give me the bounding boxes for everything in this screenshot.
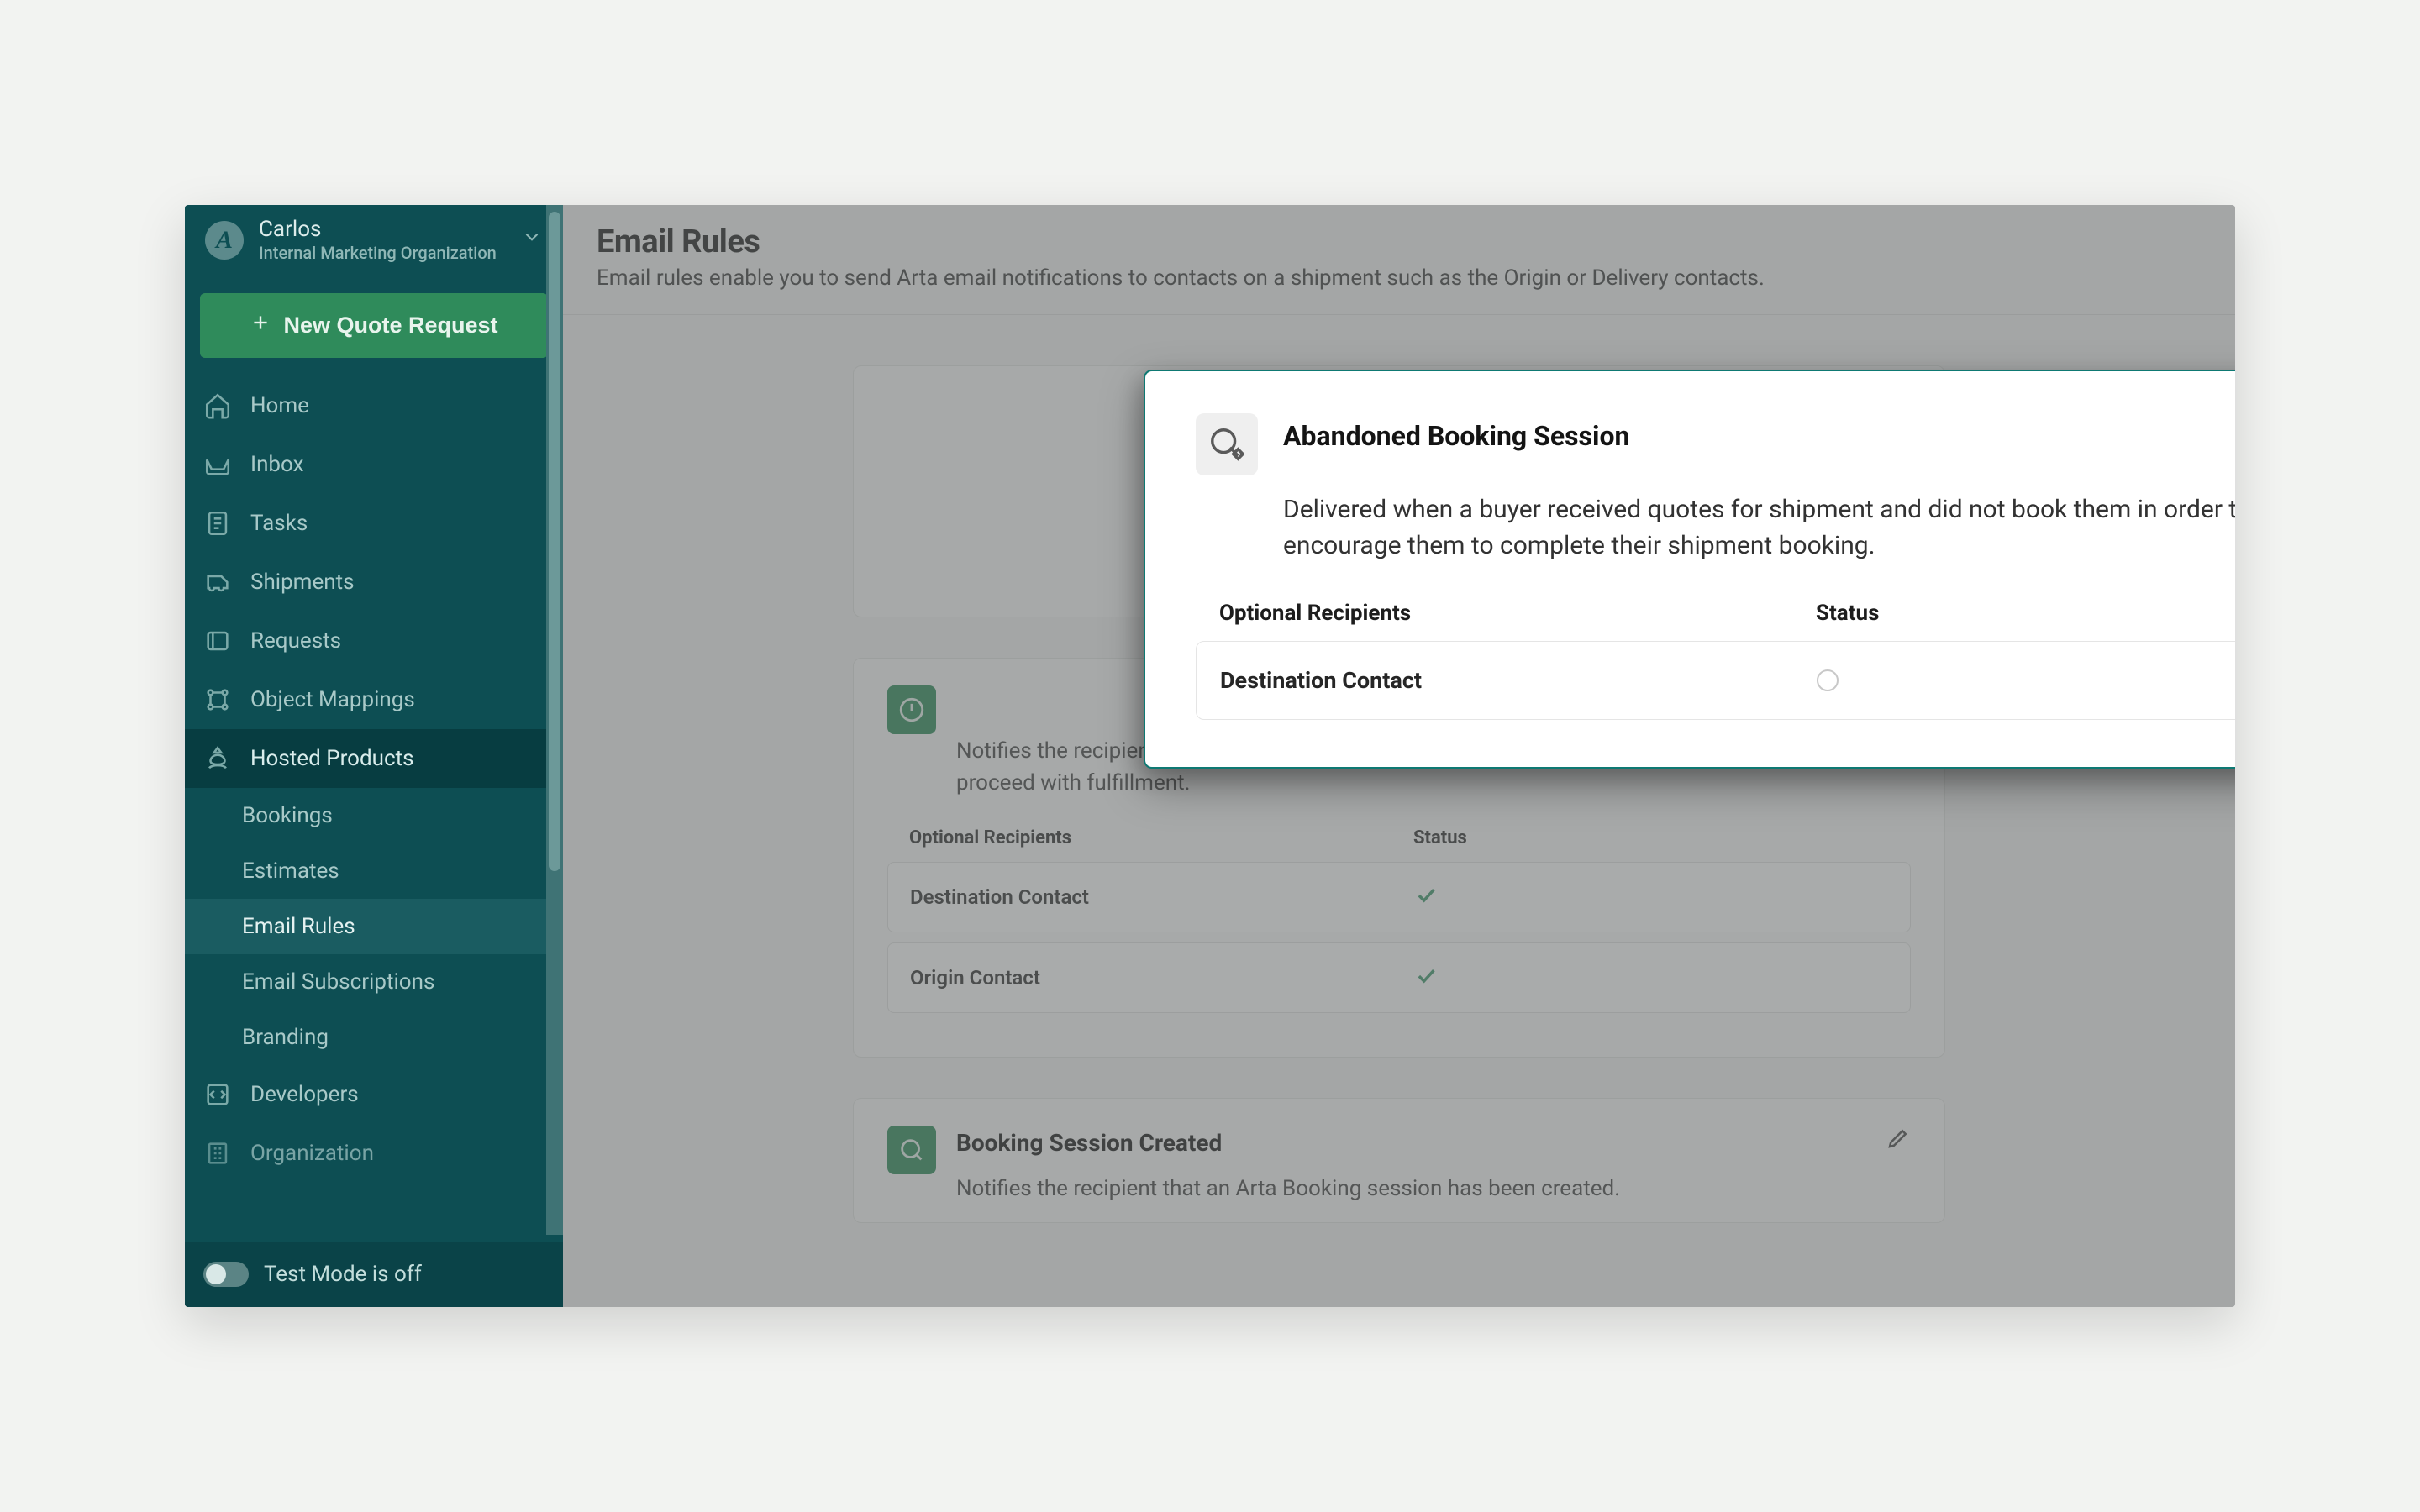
developers-icon	[203, 1080, 232, 1109]
hosted-products-icon	[203, 744, 232, 773]
test-mode-toggle[interactable]	[203, 1262, 249, 1287]
main-area: Email Rules Email rules enable you to se…	[563, 205, 2235, 1307]
organization-icon	[203, 1139, 232, 1168]
sidebar: A Carlos Internal Marketing Organization…	[185, 205, 563, 1307]
nav-tasks[interactable]: Tasks	[185, 494, 563, 553]
nav-estimates[interactable]: Estimates	[185, 843, 563, 899]
edit-rule-modal: Abandoned Booking Session Delivered when…	[1144, 370, 2235, 769]
modal-body: Delivered when a buyer received quotes f…	[1283, 492, 2235, 564]
mappings-icon	[203, 685, 232, 714]
test-mode-bar: Test Mode is off	[185, 1242, 563, 1307]
inbox-icon	[203, 450, 232, 479]
plus-icon	[250, 312, 271, 339]
tasks-icon	[203, 509, 232, 538]
sidebar-scroll-thumb[interactable]	[549, 212, 560, 871]
sidebar-nav: Home Inbox Tasks Shipments Requests Obje…	[185, 376, 563, 1242]
nav-email-rules[interactable]: Email Rules	[185, 899, 563, 954]
nav-organization[interactable]: Organization	[185, 1124, 563, 1183]
new-quote-button[interactable]: New Quote Request	[200, 293, 548, 358]
org-switcher[interactable]: A Carlos Internal Marketing Organization	[185, 205, 563, 278]
abandoned-booking-icon	[1196, 413, 1258, 475]
nav-shipments[interactable]: Shipments	[185, 553, 563, 612]
nav-developers[interactable]: Developers	[185, 1065, 563, 1124]
nav-object-mappings[interactable]: Object Mappings	[185, 670, 563, 729]
user-name: Carlos	[259, 217, 506, 243]
test-mode-label: Test Mode is off	[264, 1262, 422, 1287]
home-icon	[203, 391, 232, 420]
nav-branding[interactable]: Branding	[185, 1010, 563, 1065]
nav-inbox[interactable]: Inbox	[185, 435, 563, 494]
nav-home[interactable]: Home	[185, 376, 563, 435]
chevron-down-icon	[521, 226, 543, 254]
nav-requests[interactable]: Requests	[185, 612, 563, 670]
user-org: Internal Marketing Organization	[259, 243, 506, 263]
modal-recipient-row: Destination Contact	[1196, 641, 2235, 720]
status-radio-empty[interactable]	[1817, 669, 1839, 691]
requests-icon	[203, 627, 232, 655]
shipments-icon	[203, 568, 232, 596]
nav-hosted-products[interactable]: Hosted Products	[185, 729, 563, 788]
modal-table-header: Optional Recipients Status	[1219, 601, 2235, 626]
sidebar-scroll-track[interactable]	[546, 205, 563, 1235]
app-window: A Carlos Internal Marketing Organization…	[185, 205, 2235, 1307]
avatar: A	[205, 221, 244, 260]
nav-email-subscriptions[interactable]: Email Subscriptions	[185, 954, 563, 1010]
nav-bookings[interactable]: Bookings	[185, 788, 563, 843]
modal-title: Abandoned Booking Session	[1283, 413, 1629, 452]
